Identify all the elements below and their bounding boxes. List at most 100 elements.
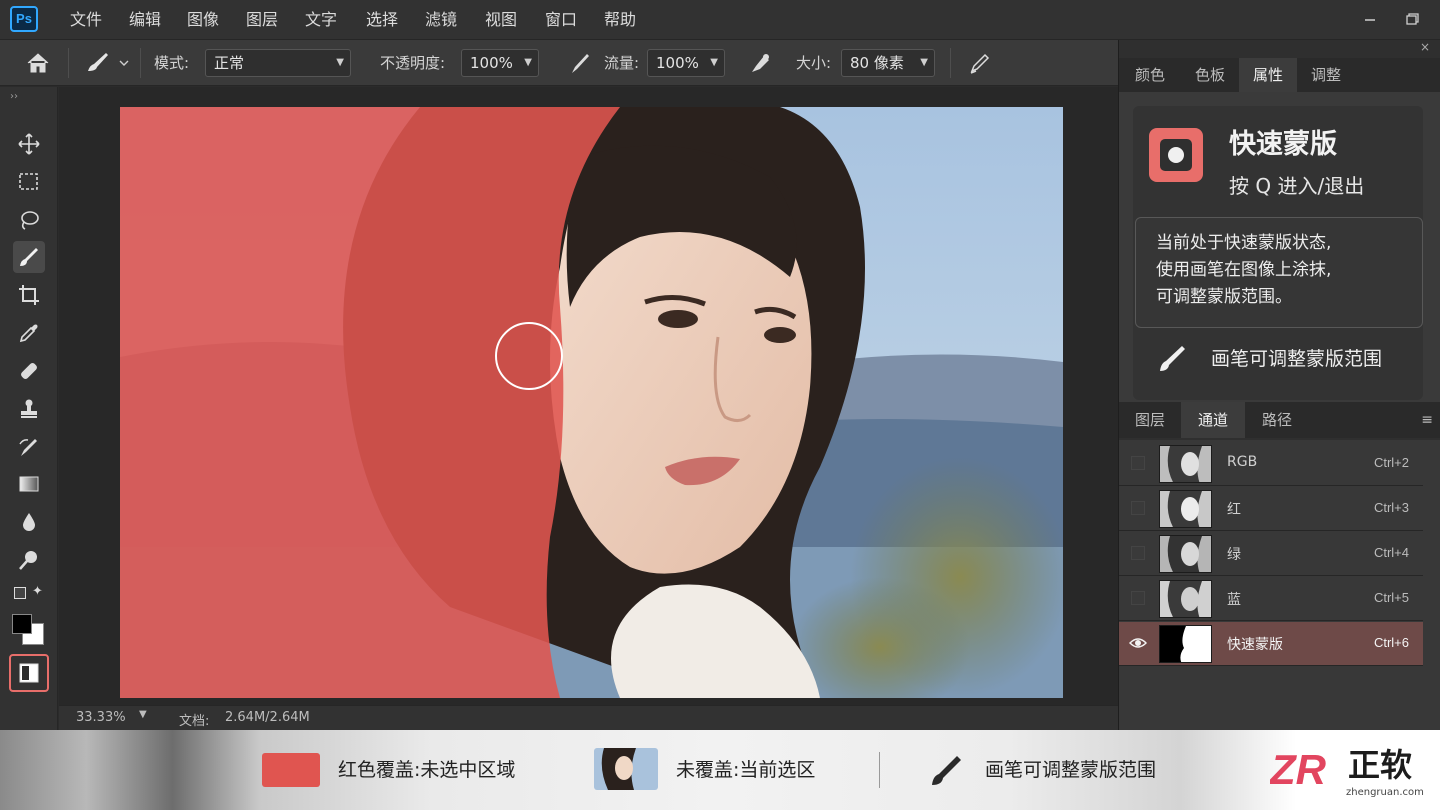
default-colors-icon[interactable]: [14, 587, 26, 599]
visibility-toggle[interactable]: [1131, 456, 1145, 470]
flow-dropdown[interactable]: 100% ▼: [647, 49, 725, 77]
foreground-color-swatch[interactable]: [12, 614, 32, 634]
channel-row-green[interactable]: 绿 Ctrl+4: [1119, 532, 1423, 576]
chevron-down-icon[interactable]: ▼: [139, 709, 147, 720]
minimize-icon[interactable]: [1356, 8, 1384, 30]
flow-value: 100%: [656, 54, 699, 72]
brush-tool[interactable]: [13, 241, 45, 273]
bandage-icon: [21, 363, 37, 379]
close-icon[interactable]: ×: [1420, 40, 1430, 54]
tools-panel: ›› ✦: [0, 87, 58, 730]
zr-brand-logo: ZR: [1269, 746, 1340, 793]
visibility-toggle[interactable]: [1131, 591, 1145, 605]
channel-name: RGB: [1227, 454, 1258, 470]
tab-adjustments[interactable]: 调整: [1297, 58, 1355, 92]
history-brush-tool[interactable]: [13, 431, 45, 463]
chevron-down-icon: ▼: [524, 57, 532, 68]
crop-tool[interactable]: [13, 279, 45, 311]
quick-mask-mode-button[interactable]: [9, 654, 49, 692]
restore-icon[interactable]: [1398, 8, 1426, 30]
document-image[interactable]: [120, 107, 1063, 698]
channel-name: 蓝: [1227, 592, 1241, 608]
channel-row-red[interactable]: 红 Ctrl+3: [1119, 487, 1423, 531]
eyedropper-tool[interactable]: [13, 317, 45, 349]
quick-mask-title: 快速蒙版: [1229, 129, 1337, 160]
menu-help[interactable]: 帮助: [604, 9, 636, 31]
visibility-toggle[interactable]: [1131, 501, 1145, 515]
collapse-arrows-icon[interactable]: ››: [10, 91, 18, 102]
photoshop-logo: Ps: [10, 6, 38, 32]
pressure-opacity-icon[interactable]: [566, 49, 594, 77]
properties-panel-body: 快速蒙版 按 Q 进入/退出 当前处于快速蒙版状态, 使用画笔在图像上涂抹, 可…: [1119, 92, 1440, 402]
size-dropdown[interactable]: 80 像素 ▼: [841, 49, 935, 77]
brand-url: zhengruan.com: [1346, 787, 1424, 798]
menu-layer[interactable]: 图层: [246, 9, 278, 31]
caption-strip: 红色覆盖:未选中区域 未覆盖:当前选区 画笔可调整蒙版范围 ZR 正软 zhen…: [0, 730, 1440, 810]
menu-edit[interactable]: 编辑: [129, 9, 161, 31]
panel-menu-icon[interactable]: ≡: [1421, 412, 1433, 428]
menu-window[interactable]: 窗口: [545, 9, 577, 31]
menu-bar: Ps 文件 编辑 图像 图层 文字 选择 滤镜 视图 窗口 帮助: [0, 0, 1440, 40]
gradient-tool[interactable]: [13, 468, 45, 500]
tab-paths[interactable]: 路径: [1245, 402, 1309, 438]
desc-line: 可调整蒙版范围。: [1156, 287, 1292, 307]
menu-view[interactable]: 视图: [485, 9, 517, 31]
brush-preset-picker[interactable]: [84, 49, 134, 77]
quick-mask-icon: [19, 663, 39, 683]
channel-row-quick-mask[interactable]: 快速蒙版 Ctrl+6: [1119, 622, 1423, 666]
eyedropper-icon: [19, 324, 38, 343]
tab-layers[interactable]: 图层: [1119, 402, 1181, 438]
tab-channels[interactable]: 通道: [1181, 402, 1245, 438]
menu-type[interactable]: 文字: [305, 9, 337, 31]
eye-icon[interactable]: [1128, 634, 1148, 652]
tab-color[interactable]: 颜色: [1119, 58, 1181, 92]
channel-shortcut: Ctrl+6: [1373, 635, 1409, 650]
menu-select[interactable]: 选择: [366, 9, 398, 31]
swap-colors-icon[interactable]: ✦: [32, 584, 43, 599]
blur-tool[interactable]: [13, 506, 45, 538]
quick-mask-subtitle: 按 Q 进入/退出: [1229, 174, 1365, 198]
visibility-toggle[interactable]: [1131, 546, 1145, 560]
channel-thumbnail: [1159, 535, 1212, 573]
quick-mask-badge-icon: [1149, 128, 1203, 182]
tab-properties[interactable]: 属性: [1239, 58, 1297, 92]
properties-tab-row: 颜色 色板 属性 调整: [1119, 58, 1440, 92]
quick-mask-description: 当前处于快速蒙版状态, 使用画笔在图像上涂抹, 可调整蒙版范围。: [1135, 217, 1423, 328]
chevron-down-icon: ▼: [920, 57, 928, 68]
doc-size-label: 文档:: [179, 714, 210, 729]
channel-name: 快速蒙版: [1227, 637, 1283, 653]
airbrush-icon[interactable]: [746, 49, 774, 77]
marquee-tool[interactable]: [13, 166, 45, 198]
clone-stamp-tool[interactable]: [13, 393, 45, 425]
desc-line: 当前处于快速蒙版状态,: [1156, 233, 1332, 253]
options-bar: 模式: 正常 ▼ 不透明度: 100% ▼ 流量: 100% ▼ 大小: 80 …: [0, 40, 1118, 86]
channel-shortcut: Ctrl+3: [1373, 500, 1409, 515]
red-overlay-swatch: [262, 753, 320, 787]
tab-swatches[interactable]: 色板: [1181, 58, 1239, 92]
dodge-icon: [19, 551, 37, 570]
symmetry-brush-icon[interactable]: [966, 49, 994, 77]
menu-filter[interactable]: 滤镜: [425, 9, 457, 31]
red-overlay-caption: 红色覆盖:未选中区域: [338, 759, 516, 781]
mode-dropdown[interactable]: 正常 ▼: [205, 49, 351, 77]
chevron-down-icon: ▼: [710, 57, 718, 68]
crop-icon: [19, 285, 39, 305]
size-label: 大小:: [796, 54, 832, 72]
opacity-dropdown[interactable]: 100% ▼: [461, 49, 539, 77]
healing-brush-tool[interactable]: [13, 355, 45, 387]
zoom-level[interactable]: 33.33%: [76, 710, 126, 725]
home-icon[interactable]: [24, 49, 52, 77]
move-tool[interactable]: [13, 128, 45, 160]
lasso-tool[interactable]: [13, 204, 45, 236]
channel-name: 绿: [1227, 547, 1241, 563]
menu-image[interactable]: 图像: [187, 9, 219, 31]
channel-row-blue[interactable]: 蓝 Ctrl+5: [1119, 577, 1423, 621]
channel-thumbnail: [1159, 625, 1212, 663]
channel-row-rgb[interactable]: RGB Ctrl+2: [1119, 442, 1423, 486]
dodge-tool[interactable]: [13, 544, 45, 576]
lasso-icon: [21, 211, 39, 230]
drop-icon: [23, 513, 35, 531]
menu-file[interactable]: 文件: [70, 9, 102, 31]
gradient-icon: [19, 476, 39, 492]
channel-thumbnail: [1159, 490, 1212, 528]
